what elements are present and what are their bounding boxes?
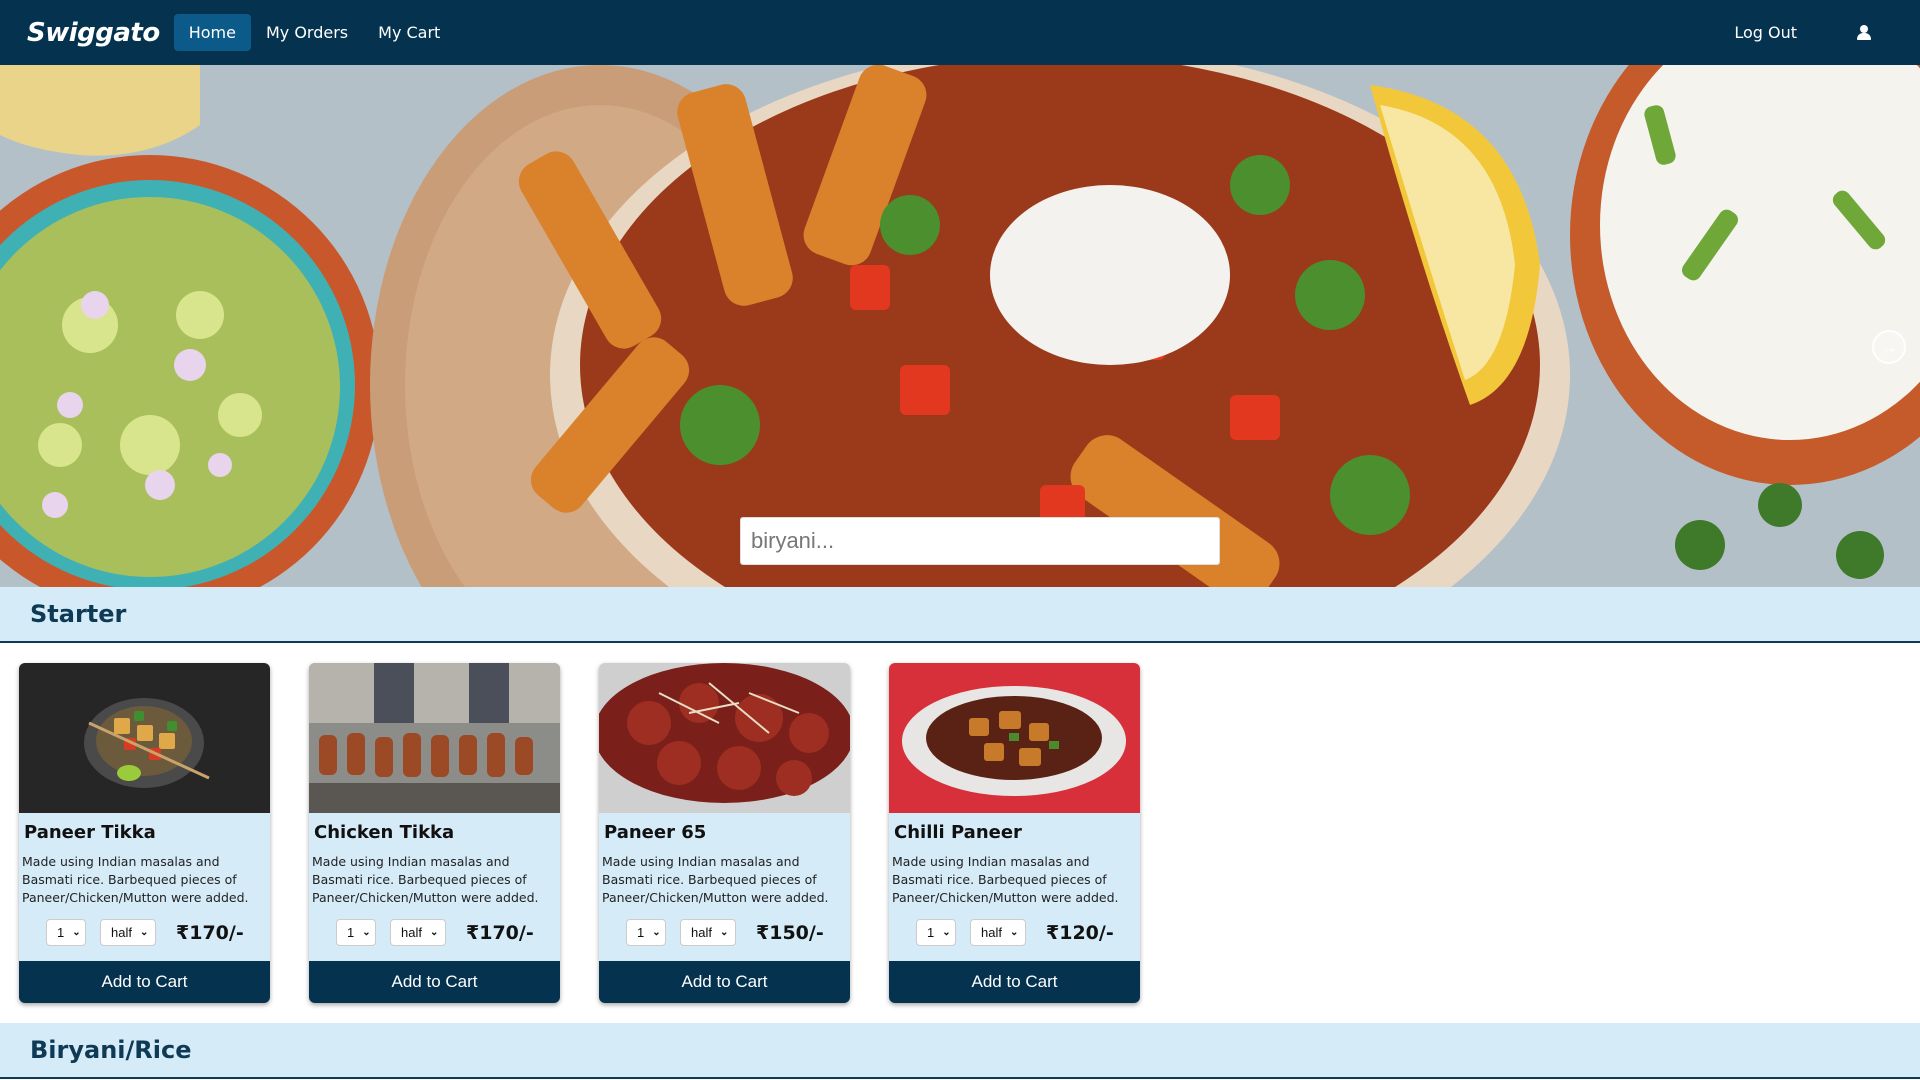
search-input[interactable] [740, 517, 1220, 565]
price: ₹170/- [176, 921, 244, 944]
card-list: Paneer Tikka Made using Indian masalas a… [19, 663, 1140, 1003]
food-title: Paneer Tikka [24, 822, 156, 843]
size-select[interactable]: half ⌄ [680, 919, 736, 946]
section-header-starter: Starter [0, 587, 1920, 643]
nav-my-cart[interactable]: My Cart [363, 14, 455, 51]
card-controls: 1 ⌄ half ⌄ ₹120/- [916, 919, 1140, 946]
logout-link[interactable]: Log Out [1734, 23, 1797, 42]
quantity-select[interactable]: 1 ⌄ [336, 919, 376, 946]
add-to-cart-button[interactable]: Add to Cart [889, 961, 1140, 1003]
chevron-down-icon: ⌄ [362, 927, 371, 938]
navbar: Swiggato Home My Orders My Cart Log Out [0, 0, 1920, 65]
hero-banner: → [0, 65, 1920, 587]
arrow-right-icon[interactable]: → [1872, 330, 1906, 364]
price: ₹170/- [466, 921, 534, 944]
quantity-select[interactable]: 1 ⌄ [916, 919, 956, 946]
quantity-select[interactable]: 1 ⌄ [46, 919, 86, 946]
food-card: Chilli Paneer Made using Indian masalas … [889, 663, 1140, 1003]
food-title: Chilli Paneer [894, 822, 1022, 843]
quantity-value: 1 [637, 925, 645, 940]
price: ₹150/- [756, 921, 824, 944]
section-title: Starter [30, 600, 127, 628]
nav-right: Log Out [1734, 23, 1920, 42]
brand-logo[interactable]: Swiggato [27, 18, 160, 48]
food-image [599, 663, 850, 813]
food-description: Made using Indian masalas and Basmati ri… [602, 854, 829, 905]
chevron-down-icon: ⌄ [719, 927, 729, 938]
food-card: Paneer Tikka Made using Indian masalas a… [19, 663, 270, 1003]
size-select[interactable]: half ⌄ [390, 919, 446, 946]
add-to-cart-button[interactable]: Add to Cart [19, 961, 270, 1003]
user-icon[interactable] [1857, 24, 1871, 41]
section-title: Biryani/Rice [30, 1036, 192, 1064]
price: ₹120/- [1046, 921, 1114, 944]
size-select[interactable]: half ⌄ [970, 919, 1026, 946]
card-controls: 1 ⌄ half ⌄ ₹170/- [46, 919, 270, 946]
chevron-down-icon: ⌄ [942, 927, 951, 938]
chevron-down-icon: ⌄ [139, 927, 149, 938]
size-value: half [111, 925, 132, 940]
quantity-select[interactable]: 1 ⌄ [626, 919, 666, 946]
chevron-down-icon: ⌄ [429, 927, 439, 938]
food-title: Paneer 65 [604, 822, 707, 843]
food-description: Made using Indian masalas and Basmati ri… [312, 854, 539, 905]
size-value: half [981, 925, 1002, 940]
add-to-cart-button[interactable]: Add to Cart [309, 961, 560, 1003]
chevron-down-icon: ⌄ [72, 927, 81, 938]
food-title: Chicken Tikka [314, 822, 455, 843]
food-image [19, 663, 270, 813]
quantity-value: 1 [57, 925, 65, 940]
food-image [889, 663, 1140, 813]
section-header-biryani-rice: Biryani/Rice [0, 1023, 1920, 1079]
chevron-down-icon: ⌄ [1009, 927, 1019, 938]
food-card: Chicken Tikka Made using Indian masalas … [309, 663, 560, 1003]
card-controls: 1 ⌄ half ⌄ ₹150/- [626, 919, 850, 946]
chevron-down-icon: ⌄ [652, 927, 661, 938]
hero-food-image [0, 65, 1920, 587]
food-card: Paneer 65 Made using Indian masalas and … [599, 663, 850, 1003]
size-select[interactable]: half ⌄ [100, 919, 156, 946]
food-image [309, 663, 560, 813]
size-value: half [401, 925, 422, 940]
card-controls: 1 ⌄ half ⌄ ₹170/- [336, 919, 560, 946]
quantity-value: 1 [347, 925, 355, 940]
nav-home[interactable]: Home [173, 14, 251, 51]
add-to-cart-button[interactable]: Add to Cart [599, 961, 850, 1003]
size-value: half [691, 925, 712, 940]
quantity-value: 1 [927, 925, 935, 940]
food-description: Made using Indian masalas and Basmati ri… [892, 854, 1119, 905]
nav-my-orders[interactable]: My Orders [251, 14, 363, 51]
food-description: Made using Indian masalas and Basmati ri… [22, 854, 249, 905]
